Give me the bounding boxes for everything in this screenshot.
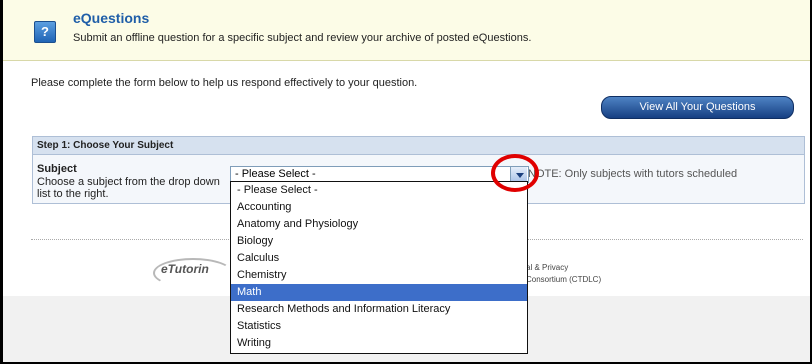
dropdown-option[interactable]: Anatomy and Physiology bbox=[231, 216, 527, 233]
subject-label: Subject bbox=[37, 163, 77, 175]
subject-dropdown-list: - Please Select - Accounting Anatomy and… bbox=[230, 181, 528, 354]
subject-note: NOTE: Only subjects with tutors schedule… bbox=[528, 168, 738, 180]
dropdown-option[interactable]: Calculus bbox=[231, 250, 527, 267]
dropdown-option[interactable]: Biology bbox=[231, 233, 527, 250]
dropdown-option-highlighted[interactable]: Math bbox=[231, 284, 527, 301]
dropdown-option[interactable]: Writing bbox=[231, 335, 527, 352]
annotation-circle bbox=[491, 154, 539, 192]
footer-text: al & Privacy Consortium (CTDLC) bbox=[526, 262, 601, 286]
subject-select-value: - Please Select - bbox=[235, 168, 316, 180]
dropdown-option[interactable]: - Please Select - bbox=[231, 182, 527, 199]
view-all-questions-button[interactable]: View All Your Questions bbox=[601, 96, 794, 119]
etutoring-logo: eTutorin bbox=[161, 262, 209, 276]
dropdown-option[interactable]: Accounting bbox=[231, 199, 527, 216]
dropdown-option[interactable]: Research Methods and Information Literac… bbox=[231, 301, 527, 318]
dropdown-option[interactable]: Statistics bbox=[231, 318, 527, 335]
step1-header: Step 1: Choose Your Subject bbox=[33, 137, 804, 155]
footer-line-1: al & Privacy bbox=[526, 263, 569, 272]
page-header: ? eQuestions Submit an offline question … bbox=[3, 0, 810, 61]
footer-line-2: Consortium (CTDLC) bbox=[526, 275, 602, 284]
subject-description: Choose a subject from the drop down list… bbox=[37, 176, 220, 200]
dropdown-option[interactable]: Chemistry bbox=[231, 267, 527, 284]
page-title: eQuestions bbox=[73, 10, 150, 26]
page-subtitle: Submit an offline question for a specifi… bbox=[73, 32, 532, 44]
app-frame: ? eQuestions Submit an offline question … bbox=[3, 0, 810, 362]
help-question-icon: ? bbox=[34, 21, 56, 43]
intro-text: Please complete the form below to help u… bbox=[31, 77, 418, 89]
